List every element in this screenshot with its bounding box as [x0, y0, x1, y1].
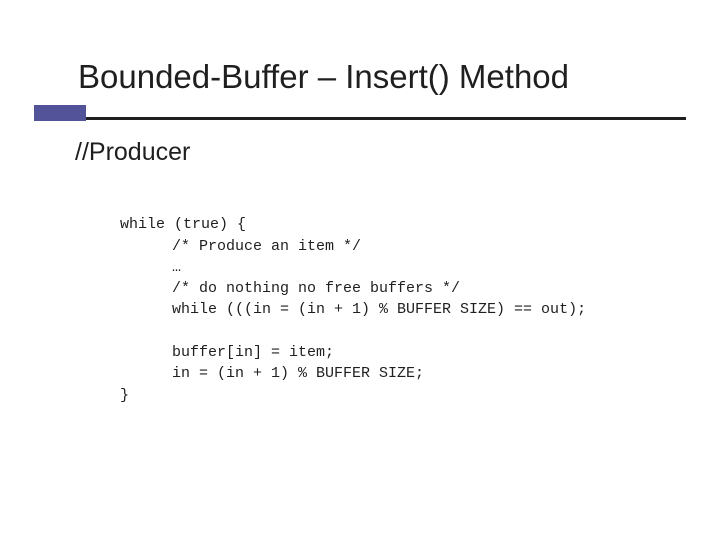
code-line: }: [120, 387, 129, 404]
code-line: in = (in + 1) % BUFFER SIZE;: [120, 365, 424, 382]
title-accent-box: [34, 105, 86, 121]
slide-title: Bounded-Buffer – Insert() Method: [78, 58, 720, 96]
subtitle: //Producer: [75, 138, 190, 167]
code-line: [120, 323, 172, 340]
code-block: while (true) { /* Produce an item */ … /…: [120, 193, 586, 427]
code-line: while (((in = (in + 1) % BUFFER SIZE) ==…: [120, 301, 586, 318]
code-line: buffer[in] = item;: [120, 344, 334, 361]
code-line: /* Produce an item */: [120, 238, 361, 255]
code-line: /* do nothing no free buffers */: [120, 280, 460, 297]
slide: Bounded-Buffer – Insert() Method //Produ…: [0, 0, 720, 540]
code-line: while (true) {: [120, 216, 246, 233]
title-area: Bounded-Buffer – Insert() Method: [0, 58, 720, 96]
code-line: …: [120, 259, 181, 276]
title-underline: [86, 117, 686, 120]
